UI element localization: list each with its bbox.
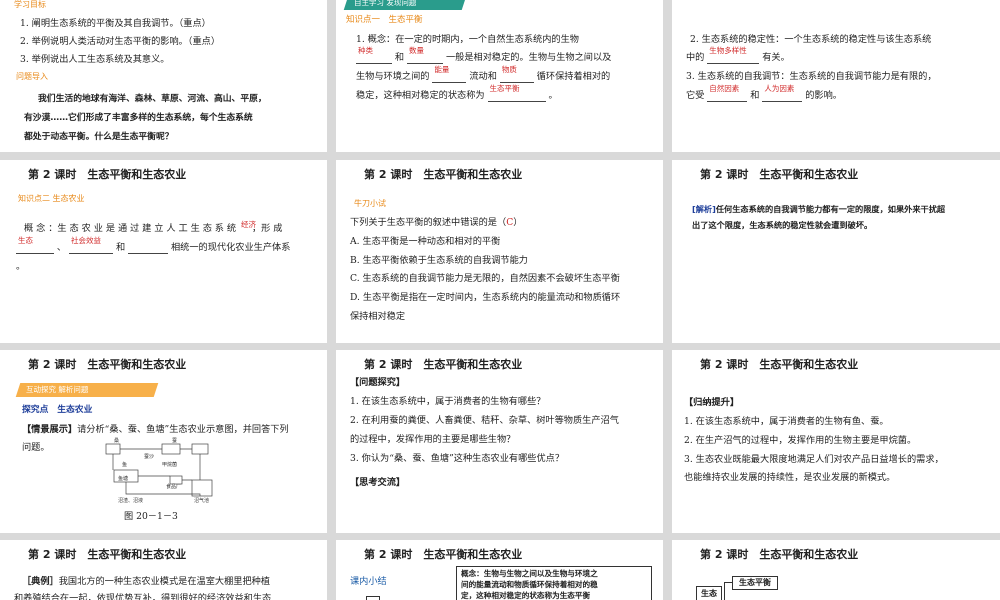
quiz-question: 下列关于生态平衡的叙述中错误的是（C） <box>350 217 523 228</box>
example-line-2: 和养殖结合在一起，依现优势互补，得到很好的经济效益和生态 <box>14 593 272 600</box>
learning-goals-label: 学习目标 <box>14 0 46 9</box>
eco-concept-end: 。 <box>16 261 26 272</box>
eco-concept-line-2: 生态 、 社会效益 和 相统一的现代化农业生产体系 <box>16 236 291 254</box>
answer-blank-balance: 生态平衡 <box>487 84 546 102</box>
slide-exploration: 第 2 课时 生态平衡和生态农业 互动探究 解析问题 探究点 生态农业 【情景展… <box>0 350 327 533</box>
diagram-label-fish: 鱼 <box>122 461 127 468</box>
intro-line-1: 我们生活的地球有海洋、森林、草原、河流、高山、平原， <box>38 94 267 104</box>
slide-quiz: 第 2 课时 生态平衡和生态农业 牛刀小试 下列关于生态平衡的叙述中错误的是（C… <box>336 160 663 343</box>
answer-blank-economic <box>128 242 169 254</box>
diagram-label-mulberry: 桑 <box>114 437 119 444</box>
concept-connector <box>724 582 733 600</box>
slide-title: 第 2 课时 生态平衡和生态农业 <box>700 548 859 561</box>
answer-blank-human: 人为因素 <box>762 84 803 102</box>
answer-blank-social: 社会效益 <box>69 236 114 254</box>
analysis-tag: [解析] <box>692 204 716 214</box>
quiz-option-d-cont: 保持相对稳定 <box>350 311 406 322</box>
summary-line-3: 3. 生态农业既能最大限度地满足人们对农产品日益增长的需求， <box>684 454 944 465</box>
objective-1: 1. 阐明生态系统的平衡及其自我调节。（重点） <box>20 18 211 29</box>
slide-title: 第 2 课时 生态平衡和生态农业 <box>700 358 859 371</box>
concept-line-2: 种类 和 数量 一般是相对稳定的。生物与生物之间以及 <box>356 46 612 64</box>
knowledge-point-2: 知识点二 生态农业 <box>18 194 85 203</box>
summary-line-4: 也能维持农业发展的持续性，是农业发展的新模式。 <box>684 472 896 483</box>
slide-analysis: 第 2 课时 生态平衡和生态农业 [解析]任何生态系统的自我调节能力都有一定的限… <box>672 160 1000 343</box>
analysis-line-1: [解析]任何生态系统的自我调节能力都有一定的限度，如果外来干扰超 <box>692 204 946 214</box>
slide-example: 第 2 课时 生态平衡和生态农业 ［典例］我国北方的一种生态农业模式是在温室大棚… <box>0 540 327 600</box>
summary-line-2: 2. 在生产沼气的过程中，发挥作用的生物主要是甲烷菌。 <box>684 435 917 446</box>
concept-box-eco: 生态 <box>696 586 722 600</box>
scene-line-1: 【情景展示】请分析“桑、蚕、鱼塘”生态农业示意图，并回答下列 <box>22 424 289 435</box>
stability-line-2: 中的 生物多样性 有关。 <box>686 46 790 64</box>
self-study-banner: 自主学习 发现问题 <box>343 0 467 10</box>
slide-concept-map: 第 2 课时 生态平衡和生态农业 生态平衡 生态 <box>672 540 1000 600</box>
inquiry-question-2-cont: 的过程中，发挥作用的主要是哪些生物？ <box>350 434 516 445</box>
inquiry-tag: 【问题探究】 <box>350 377 406 388</box>
slide-title: 第 2 课时 生态平衡和生态农业 <box>28 168 187 181</box>
answer-blank-ecology: 生态 <box>16 236 54 254</box>
objective-2: 2. 举例说明人类活动对生态平衡的影响。（重点） <box>20 36 221 47</box>
figure-caption: 图 20－1－3 <box>124 511 178 522</box>
lesson-summary-label: 课内小结 <box>350 576 387 587</box>
slide-ecological-balance: 自主学习 发现问题 知识点一 生态平衡 1. 概念：在一定的时期内，一个自然生态… <box>336 0 663 152</box>
diagram-label-biogas-pit: 沼气池 <box>194 497 209 504</box>
diagram-label-silkworm-waste: 蚕沙 <box>144 454 154 460</box>
quiz-label: 牛刀小试 <box>354 199 386 208</box>
slide-summary-improvement: 第 2 课时 生态平衡和生态农业 【归纳提升】 1. 在该生态系统中，属于消费者… <box>672 350 1000 533</box>
intro-line-2: 有沙漠……它们形成了丰富多样的生态系统，每个生态系统 <box>24 113 253 123</box>
slide-learning-goals: 学习目标 1. 阐明生态系统的平衡及其自我调节。（重点） 2. 举例说明人类活动… <box>0 0 327 152</box>
inquiry-question-2: 2. 在利用蚕的粪便、人畜粪便、秸秆、杂草、树叶等物质生产沼气 <box>350 415 619 426</box>
scene-line-2: 问题。 <box>22 442 50 453</box>
slide-title: 第 2 课时 生态平衡和生态农业 <box>364 548 523 561</box>
exploration-point: 探究点 生态农业 <box>22 405 93 415</box>
slide-lesson-summary: 第 2 课时 生态平衡和生态农业 课内小结 概念：生物与生物之间以及生物与环境之… <box>336 540 663 600</box>
regulation-line-2: 它受 自然因素 和 人为因素 的影响。 <box>686 84 842 102</box>
quiz-option-a: A. 生态平衡是一种动态和相对的平衡 <box>350 236 501 247</box>
quiz-option-d: D. 生态平衡是指在一定时间内，生态系统内的能量流动和物质循环 <box>350 292 621 303</box>
diagram-label-biogas-residue: 沼渣、沼液 <box>118 497 143 504</box>
knowledge-point-1: 知识点一 生态平衡 <box>346 15 423 25</box>
concept-line-4: 稳定，这种相对稳定的状态称为 生态平衡 。 <box>356 84 558 102</box>
quiz-option-c: C. 生态系统的自我调节能力是无限的，自然因素不会破坏生态平衡 <box>350 273 620 284</box>
inquiry-question-3: 3. 你认为“桑、蚕、鱼塘”这种生态农业有哪些优点？ <box>350 453 565 464</box>
diagram-label-methane-bacteria: 甲烷菌 <box>162 461 177 468</box>
analysis-line-2: 出了这个限度，生态系统的稳定性就会遭到破坏。 <box>692 220 873 230</box>
slide-title: 第 2 课时 生态平衡和生态农业 <box>364 168 523 181</box>
example-line-1: ［典例］我国北方的一种生态农业模式是在温室大棚里把种植 <box>22 576 271 587</box>
slide-title: 第 2 课时 生态平衡和生态农业 <box>28 548 187 561</box>
objective-3: 3. 举例说出人工生态系统及其意义。 <box>20 54 170 65</box>
concept-line-1: 1. 概念：在一定的时期内，一个自然生态系统内的生物 <box>356 34 579 45</box>
answer-blank-biodiversity: 生物多样性 <box>707 46 760 64</box>
slide-question-inquiry: 第 2 课时 生态平衡和生态农业 【问题探究】 1. 在该生态系统中，属于消费者… <box>336 350 663 533</box>
concept-box-balance: 生态平衡 <box>732 576 778 590</box>
discussion-tag: 【思考交流】 <box>350 477 406 488</box>
slide-title: 第 2 课时 生态平衡和生态农业 <box>364 358 523 371</box>
slide-stability: 2. 生态系统的稳定性：一个生态系统的稳定性与该生态系统 中的 生物多样性 有关… <box>672 0 1000 152</box>
concept-line-3: 生物与环境之间的 能量 流动和 物质 循环保持着相对的 <box>356 65 611 83</box>
slide-title: 第 2 课时 生态平衡和生态农业 <box>28 358 187 371</box>
summary-line-1: 1. 在该生态系统中，属于消费者的生物有鱼、蚕。 <box>684 416 889 427</box>
answer-blank-natural: 自然因素 <box>707 84 748 102</box>
diagram-label-silkworm: 蚕 <box>172 438 177 444</box>
eco-concept-line-1: 概 念 ：生 态 农 业 是 通 过 建 立 人 工 生 态 系 统 经济 ，形… <box>24 220 283 234</box>
mulberry-silkworm-fishpond-diagram: 桑 蚕 蚕沙 鱼 鱼塘 甲烷菌 沼渣、沼液 食品厂 沼气池 <box>105 437 213 504</box>
answer-blank-species: 种类 <box>356 46 392 64</box>
answer-blank-energy: 能量 <box>432 65 467 83</box>
slide-title: 第 2 课时 生态平衡和生态农业 <box>700 168 859 181</box>
summary-tag: 【归纳提升】 <box>684 397 740 408</box>
quiz-option-b: B. 生态平衡依赖于生态系统的自我调节能力 <box>350 255 528 266</box>
inquiry-question-1: 1. 在该生态系统中，属于消费者的生物有哪些？ <box>350 396 546 407</box>
slide-eco-agriculture-concept: 第 2 课时 生态平衡和生态农业 知识点二 生态农业 概 念 ：生 态 农 业 … <box>0 160 327 343</box>
interactive-banner: 互动探究 解析问题 <box>15 383 159 397</box>
intro-line-3: 都处于动态平衡。什么是生态平衡呢？ <box>24 132 174 142</box>
diagram-label-fishpond: 鱼塘 <box>118 475 128 482</box>
summary-concept-box: 概念：生物与生物之间以及生物与环境之 间的能量流动和物质循环保持着相对的稳 定，… <box>456 566 652 600</box>
summary-bracket <box>366 596 380 600</box>
intro-label: 问题导入 <box>16 72 48 81</box>
